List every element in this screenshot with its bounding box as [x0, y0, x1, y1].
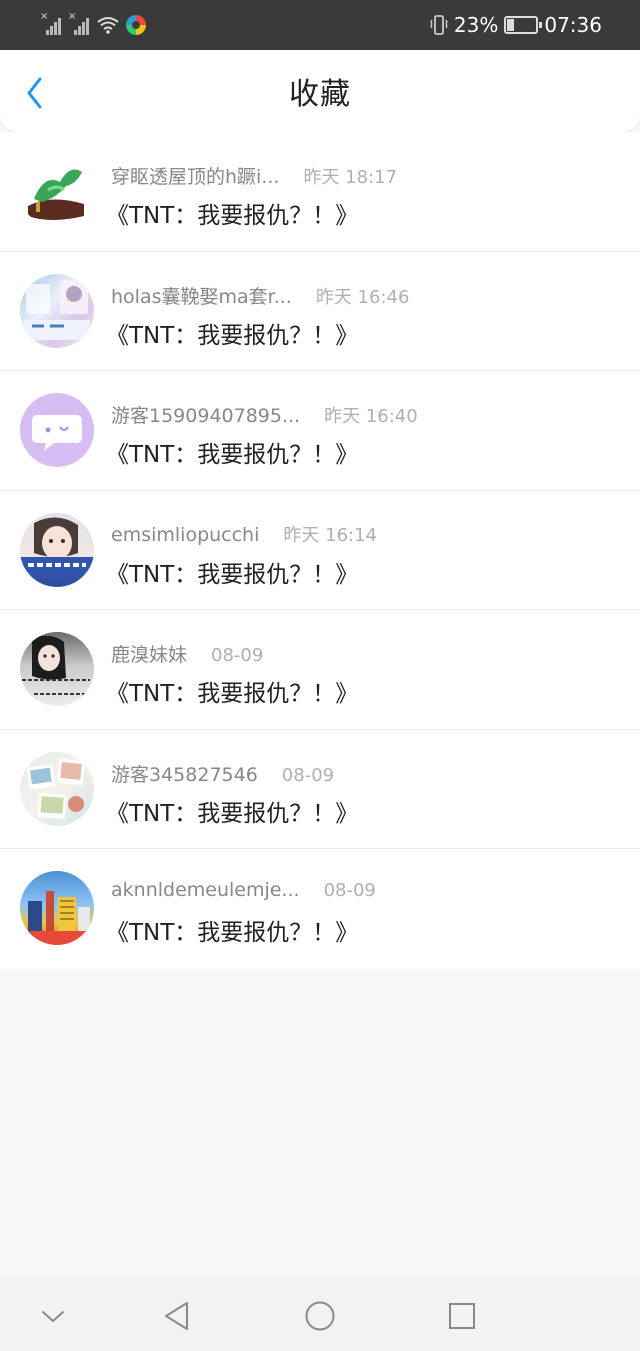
user-name[interactable]: 游客345827546 [111, 760, 258, 787]
item-meta: 游客15909407895... 昨天 16:40 [111, 401, 418, 428]
timestamp: 昨天 16:40 [324, 406, 418, 427]
city-photo-avatar [20, 871, 94, 945]
vibrate-icon [430, 15, 448, 35]
item-meta: 穿眍透屋顶的h蹶i... 昨天 18:17 [111, 162, 397, 189]
wifi-icon [97, 17, 119, 34]
signal-strength-icon: × [40, 11, 62, 35]
status-icons-right: 23% 07:36 [430, 13, 602, 37]
triangle-back-icon [165, 1302, 188, 1330]
status-icons-left: × × [40, 11, 146, 35]
system-nav-bar [0, 1279, 640, 1351]
favorite-title[interactable]: 《TNT：我要报仇？！》 [106, 674, 358, 708]
girl-portrait-avatar [20, 632, 94, 706]
app-notification-icon [126, 15, 146, 35]
chat-bubble-avatar [20, 393, 94, 467]
timestamp: 昨天 16:14 [283, 524, 377, 546]
favorite-title[interactable]: 《TNT：我要报仇？！》 [106, 913, 358, 947]
back-nav-button[interactable] [160, 1299, 194, 1333]
girl-photo-avatar [20, 512, 94, 587]
back-button[interactable] [18, 72, 54, 112]
chevron-left-icon [27, 77, 42, 109]
photo-collage-avatar [20, 273, 94, 348]
list-item[interactable]: 鹿溴妹妹 08-09 《TNT：我要报仇？！》 [0, 610, 640, 730]
timestamp: 昨天 16:46 [315, 286, 410, 308]
item-meta: holas囊鞔娶ma套r... 昨天 16:46 [111, 282, 409, 309]
user-name[interactable]: 穿眍透屋顶的h蹶i... [111, 162, 279, 189]
favorites-list: 穿眍透屋顶的h蹶i... 昨天 18:17 《TNT：我要报仇？！》 holas… [0, 132, 640, 969]
list-item[interactable]: 游客345827546 08-09 《TNT：我要报仇？！》 [0, 730, 640, 849]
battery-icon [504, 16, 543, 34]
recents-nav-button[interactable] [445, 1299, 479, 1333]
list-item[interactable]: 穿眍透屋顶的h蹶i... 昨天 18:17 《TNT：我要报仇？！》 [0, 132, 640, 252]
list-item[interactable]: emsimliopucchi 昨天 16:14 《TNT：我要报仇？！》 [0, 491, 640, 610]
user-name[interactable]: emsimliopucchi [111, 524, 259, 546]
favorite-title[interactable]: 《TNT：我要报仇？！》 [106, 435, 358, 469]
item-meta: 游客345827546 08-09 [111, 760, 334, 787]
square-recents-icon [449, 1303, 475, 1329]
home-nav-button[interactable] [303, 1299, 337, 1333]
timestamp: 08-09 [323, 880, 376, 901]
item-meta: emsimliopucchi 昨天 16:14 [111, 521, 377, 547]
status-bar: × × 23% 07:36 [0, 0, 640, 50]
page-title: 收藏 [289, 77, 351, 112]
user-name[interactable]: aknnldemeulemje... [111, 879, 300, 901]
item-meta: aknnldemeulemje... 08-09 [111, 879, 376, 901]
jade-dragon-avatar [20, 154, 94, 228]
user-name[interactable]: holas囊鞔娶ma套r... [111, 282, 292, 309]
battery-percent: 23% [453, 13, 499, 37]
timestamp: 08-09 [281, 764, 335, 786]
app-header: 收藏 [0, 50, 640, 132]
favorite-title[interactable]: 《TNT：我要报仇？！》 [106, 794, 358, 828]
timestamp: 昨天 18:17 [303, 167, 398, 188]
list-item[interactable]: aknnldemeulemje... 08-09 《TNT：我要报仇？！》 [0, 849, 640, 969]
list-item[interactable]: holas囊鞔娶ma套r... 昨天 16:46 《TNT：我要报仇？！》 [0, 252, 640, 371]
clock: 07:36 [544, 13, 602, 37]
polaroid-avatar [20, 751, 94, 826]
list-item[interactable]: 游客15909407895... 昨天 16:40 《TNT：我要报仇？！》 [0, 371, 640, 491]
item-meta: 鹿溴妹妹 08-09 [111, 640, 263, 667]
favorite-title[interactable]: 《TNT：我要报仇？！》 [106, 196, 358, 230]
timestamp: 08-09 [211, 645, 264, 666]
circle-home-icon [305, 1301, 335, 1331]
user-name[interactable]: 鹿溴妹妹 [111, 640, 187, 667]
chevron-down-icon [42, 1311, 64, 1322]
user-name[interactable]: 游客15909407895... [111, 401, 300, 428]
favorite-title[interactable]: 《TNT：我要报仇？！》 [106, 316, 358, 350]
signal-strength-icon: × [68, 11, 90, 35]
favorite-title[interactable]: 《TNT：我要报仇？！》 [106, 555, 358, 589]
hide-nav-button[interactable] [36, 1299, 70, 1333]
